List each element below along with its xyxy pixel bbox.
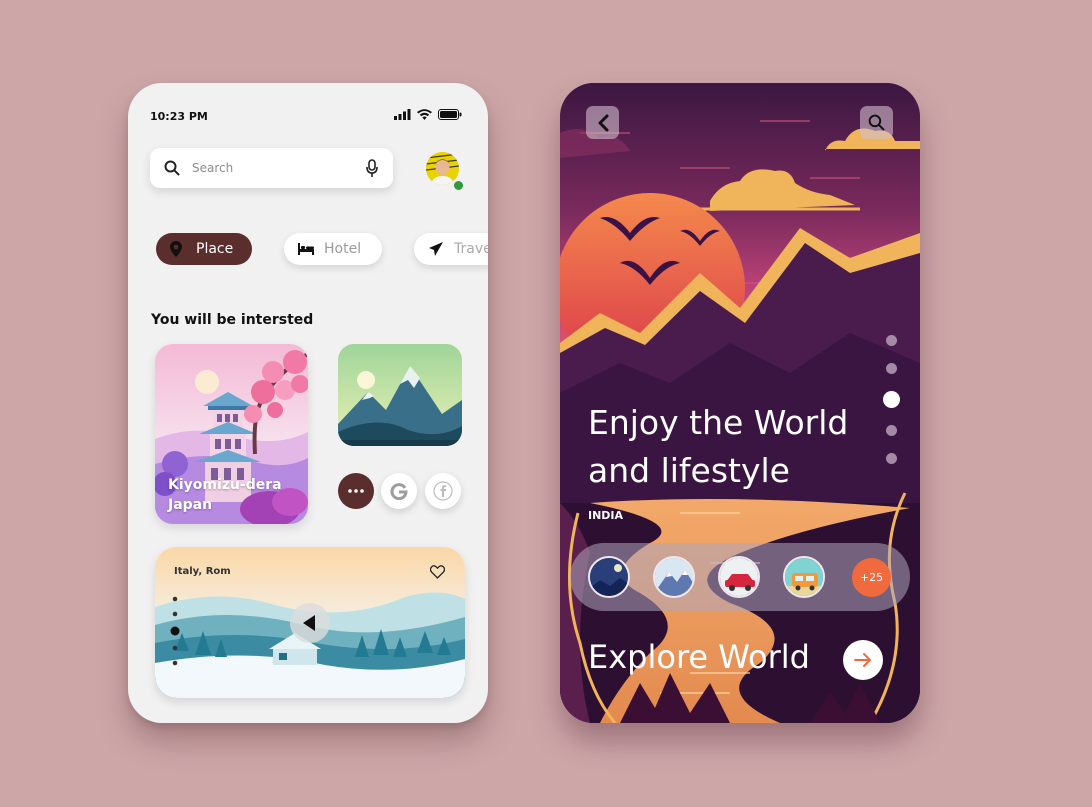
destination-thumbnails: +25 — [570, 543, 910, 611]
page-dot[interactable] — [886, 335, 897, 346]
explore-screen: Enjoy the World and lifestyle INDIA +25 … — [560, 83, 920, 723]
destination-thumb-mountain[interactable] — [653, 556, 695, 598]
chip-hotel[interactable]: Hotel — [284, 233, 382, 265]
bed-icon — [298, 243, 314, 255]
destination-thumb-night[interactable] — [588, 556, 630, 598]
location-pin-icon — [170, 241, 182, 257]
hero-title-line: Enjoy the World — [588, 403, 849, 442]
search-icon — [868, 114, 885, 131]
signal-icon — [394, 109, 411, 120]
chip-label: Hotel — [324, 241, 362, 257]
page-dot[interactable] — [886, 453, 897, 464]
country-label: INDIA — [588, 509, 624, 522]
search-input[interactable]: Search — [192, 161, 233, 175]
chip-travel[interactable]: Travel — [414, 233, 488, 265]
heart-icon[interactable] — [430, 565, 445, 579]
explore-button[interactable] — [843, 640, 883, 680]
destination-country: Japan — [168, 497, 213, 513]
hero-title-line: and lifestyle — [588, 451, 790, 490]
wifi-icon — [417, 109, 432, 120]
chip-place[interactable]: Place — [156, 233, 252, 265]
page-dot[interactable] — [886, 363, 897, 374]
page-dot[interactable] — [886, 425, 897, 436]
more-options-button[interactable] — [338, 473, 374, 509]
destination-location: Italy, Rom — [174, 566, 231, 577]
destination-thumb-car[interactable] — [718, 556, 760, 598]
hero-title: Enjoy the World and lifestyle — [588, 399, 848, 495]
battery-icon — [438, 109, 462, 120]
home-screen: 10:23 PM Search Place Hotel Trave You wi… — [128, 83, 488, 723]
google-share-button[interactable] — [381, 473, 417, 509]
search-icon — [164, 160, 180, 176]
destination-thumb-van[interactable] — [783, 556, 825, 598]
airplane-icon — [429, 242, 443, 256]
status-icons — [394, 109, 462, 120]
arrow-right-icon — [854, 653, 871, 667]
mountain-illustration — [338, 344, 462, 446]
section-title: You will be intersted — [151, 312, 314, 328]
microphone-icon[interactable] — [366, 159, 378, 178]
online-status-indicator — [452, 179, 465, 192]
search-button[interactable] — [860, 106, 893, 139]
page-dot-active[interactable] — [883, 391, 900, 408]
status-time: 10:23 PM — [150, 110, 208, 123]
destination-name: Kiyomizu-dera — [168, 477, 282, 493]
facebook-icon — [433, 481, 453, 501]
ellipsis-icon — [348, 489, 364, 493]
destination-card-italy[interactable]: Italy, Rom — [155, 547, 465, 698]
back-button[interactable] — [586, 106, 619, 139]
google-icon — [390, 483, 408, 500]
destination-card-mountain[interactable] — [338, 344, 462, 446]
chip-label: Place — [196, 241, 234, 257]
chevron-left-icon — [598, 114, 608, 131]
more-destinations-count[interactable]: +25 — [852, 558, 891, 597]
explore-label: Explore World — [588, 638, 810, 676]
chip-label: Travel — [454, 241, 488, 257]
destination-card-kiyomizu[interactable]: Kiyomizu-dera Japan — [155, 344, 308, 524]
facebook-share-button[interactable] — [425, 473, 461, 509]
destination-caption: Kiyomizu-dera Japan — [168, 475, 282, 515]
search-bar[interactable]: Search — [150, 148, 393, 188]
